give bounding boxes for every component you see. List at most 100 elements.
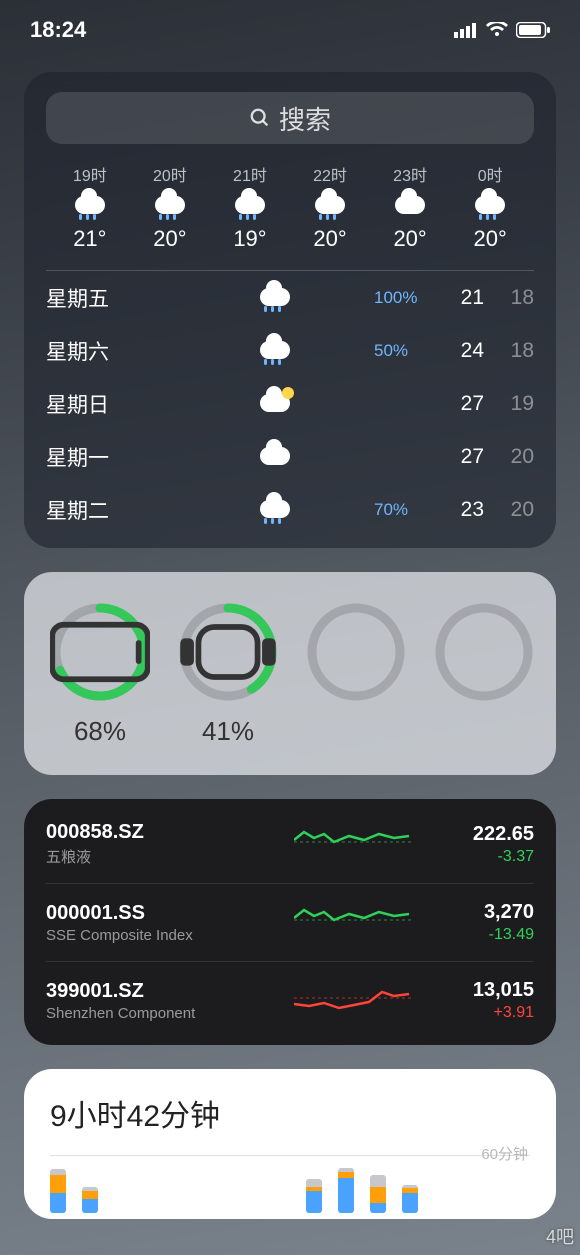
rain-icon bbox=[473, 192, 507, 220]
battery-percent: 41% bbox=[202, 716, 254, 747]
hour-temp: 20° bbox=[153, 226, 186, 252]
stock-change: -13.49 bbox=[414, 926, 534, 944]
search-field[interactable]: 搜索 bbox=[46, 92, 534, 144]
stock-symbol: 399001.SZ bbox=[46, 980, 294, 1003]
cloud-icon bbox=[258, 443, 292, 471]
battery-iphone: 68% bbox=[50, 602, 150, 747]
chart-bar bbox=[338, 1168, 354, 1213]
hour-forecast: 19时 21° bbox=[50, 162, 130, 252]
stocks-widget[interactable]: 000858.SZ五粮液222.65-3.37000001.SSSSE Comp… bbox=[24, 799, 556, 1045]
battery-empty bbox=[434, 602, 534, 747]
hour-label: 22时 bbox=[313, 162, 347, 186]
temp-high: 21 bbox=[434, 286, 484, 310]
hour-label: 19时 bbox=[73, 162, 107, 186]
chart-gridline bbox=[50, 1155, 530, 1156]
day-forecast: 星期二 70%2320 bbox=[46, 483, 534, 536]
chart-bar bbox=[402, 1185, 418, 1213]
battery-watch: 41% bbox=[178, 602, 278, 747]
iphone-icon bbox=[50, 602, 150, 702]
stock-change: +3.91 bbox=[414, 1004, 534, 1022]
temp-low: 20 bbox=[484, 445, 534, 469]
battery-empty bbox=[306, 602, 406, 747]
rain-icon bbox=[73, 192, 107, 220]
batteries-widget[interactable]: 68% 41% bbox=[24, 572, 556, 775]
temp-high: 24 bbox=[434, 339, 484, 363]
temp-high: 23 bbox=[434, 498, 484, 522]
hour-forecast: 23时 20° bbox=[370, 162, 450, 252]
rain-icon bbox=[233, 192, 267, 220]
temp-low: 20 bbox=[484, 498, 534, 522]
stock-symbol: 000858.SZ bbox=[46, 821, 294, 844]
day-name: 星期日 bbox=[46, 389, 176, 419]
rain-icon bbox=[258, 496, 292, 524]
hour-label: 20时 bbox=[153, 162, 187, 186]
day-forecast: 星期一 2720 bbox=[46, 430, 534, 483]
stock-row[interactable]: 000001.SSSSE Composite Index3,270-13.49 bbox=[46, 884, 534, 962]
rain-icon bbox=[153, 192, 187, 220]
hour-forecast: 22时 20° bbox=[290, 162, 370, 252]
temp-low: 18 bbox=[484, 339, 534, 363]
rain-icon bbox=[258, 284, 292, 312]
rain-icon bbox=[258, 337, 292, 365]
stock-row[interactable]: 000858.SZ五粮液 222.65 -3.37 bbox=[46, 805, 534, 884]
search-placeholder: 搜索 bbox=[279, 100, 331, 137]
temp-low: 18 bbox=[484, 286, 534, 310]
wifi-icon bbox=[486, 22, 508, 38]
temp-low: 19 bbox=[484, 392, 534, 416]
weather-widget[interactable]: 搜索 19时 21° 20时 20° 21时19° 22时 20° 23时 20° 0时 20° 星… bbox=[24, 72, 556, 548]
watermark: 4吧 bbox=[546, 1223, 574, 1249]
hour-label: 21时 bbox=[233, 162, 267, 186]
sparkline-icon bbox=[294, 900, 414, 940]
hour-label: 23时 bbox=[393, 162, 427, 186]
screentime-chart bbox=[50, 1153, 530, 1213]
sparkline-icon bbox=[294, 822, 414, 862]
daily-forecast: 星期五100%2118星期六50%2418星期日2719星期一2720星期二70… bbox=[46, 270, 534, 536]
rain-icon bbox=[313, 192, 347, 220]
stock-price: 13,015 bbox=[414, 979, 534, 1002]
chart-bar bbox=[50, 1169, 66, 1213]
precip-chance: 50% bbox=[374, 341, 434, 361]
hour-temp: 20° bbox=[474, 226, 507, 252]
temp-high: 27 bbox=[434, 392, 484, 416]
hour-forecast: 20时 20° bbox=[130, 162, 210, 252]
hourly-forecast: 19时 21° 20时 20° 21时19° 22时 20° 23时 20° 0时 20° bbox=[46, 162, 534, 270]
stock-price: 3,270 bbox=[414, 901, 534, 924]
hour-temp: 21° bbox=[73, 226, 106, 252]
day-forecast: 星期六 50%2418 bbox=[46, 324, 534, 377]
chart-bar bbox=[82, 1187, 98, 1213]
chart-axis-label: 60分钟 bbox=[481, 1143, 528, 1164]
cloudsun-icon bbox=[258, 390, 292, 418]
battery-ring bbox=[306, 602, 406, 702]
chart-bar bbox=[306, 1179, 322, 1213]
hour-temp: 20° bbox=[313, 226, 346, 252]
precip-chance: 100% bbox=[374, 288, 434, 308]
applewatch-icon bbox=[178, 602, 278, 702]
stock-price: 222.65 bbox=[414, 823, 534, 846]
status-icons bbox=[454, 22, 550, 38]
battery-percent: 68% bbox=[74, 716, 126, 747]
hour-forecast: 0时 20° bbox=[450, 162, 530, 252]
hour-label: 0时 bbox=[478, 162, 503, 186]
precip-chance: 70% bbox=[374, 500, 434, 520]
sparkline-icon bbox=[294, 978, 414, 1018]
day-name: 星期二 bbox=[46, 495, 176, 525]
cloud-icon bbox=[393, 192, 427, 220]
day-name: 星期五 bbox=[46, 283, 176, 313]
hour-forecast: 21时19° bbox=[210, 162, 290, 252]
stock-change: -3.37 bbox=[414, 848, 534, 866]
day-forecast: 星期日 2719 bbox=[46, 377, 534, 430]
temp-high: 27 bbox=[434, 445, 484, 469]
screentime-widget[interactable]: 9小时42分钟 60分钟 bbox=[24, 1069, 556, 1219]
battery-ring bbox=[434, 602, 534, 702]
day-forecast: 星期五 100%2118 bbox=[46, 271, 534, 324]
clock-time: 18:24 bbox=[30, 17, 86, 43]
day-name: 星期一 bbox=[46, 442, 176, 472]
stock-symbol: 000001.SS bbox=[46, 902, 294, 925]
chart-bar bbox=[370, 1175, 386, 1213]
day-name: 星期六 bbox=[46, 336, 176, 366]
screentime-total: 9小时42分钟 bbox=[50, 1091, 530, 1135]
stock-name: 五粮液 bbox=[46, 846, 294, 867]
hour-temp: 20° bbox=[393, 226, 426, 252]
search-icon bbox=[249, 107, 271, 129]
stock-row[interactable]: 399001.SZShenzhen Component13,015+3.91 bbox=[46, 962, 534, 1039]
